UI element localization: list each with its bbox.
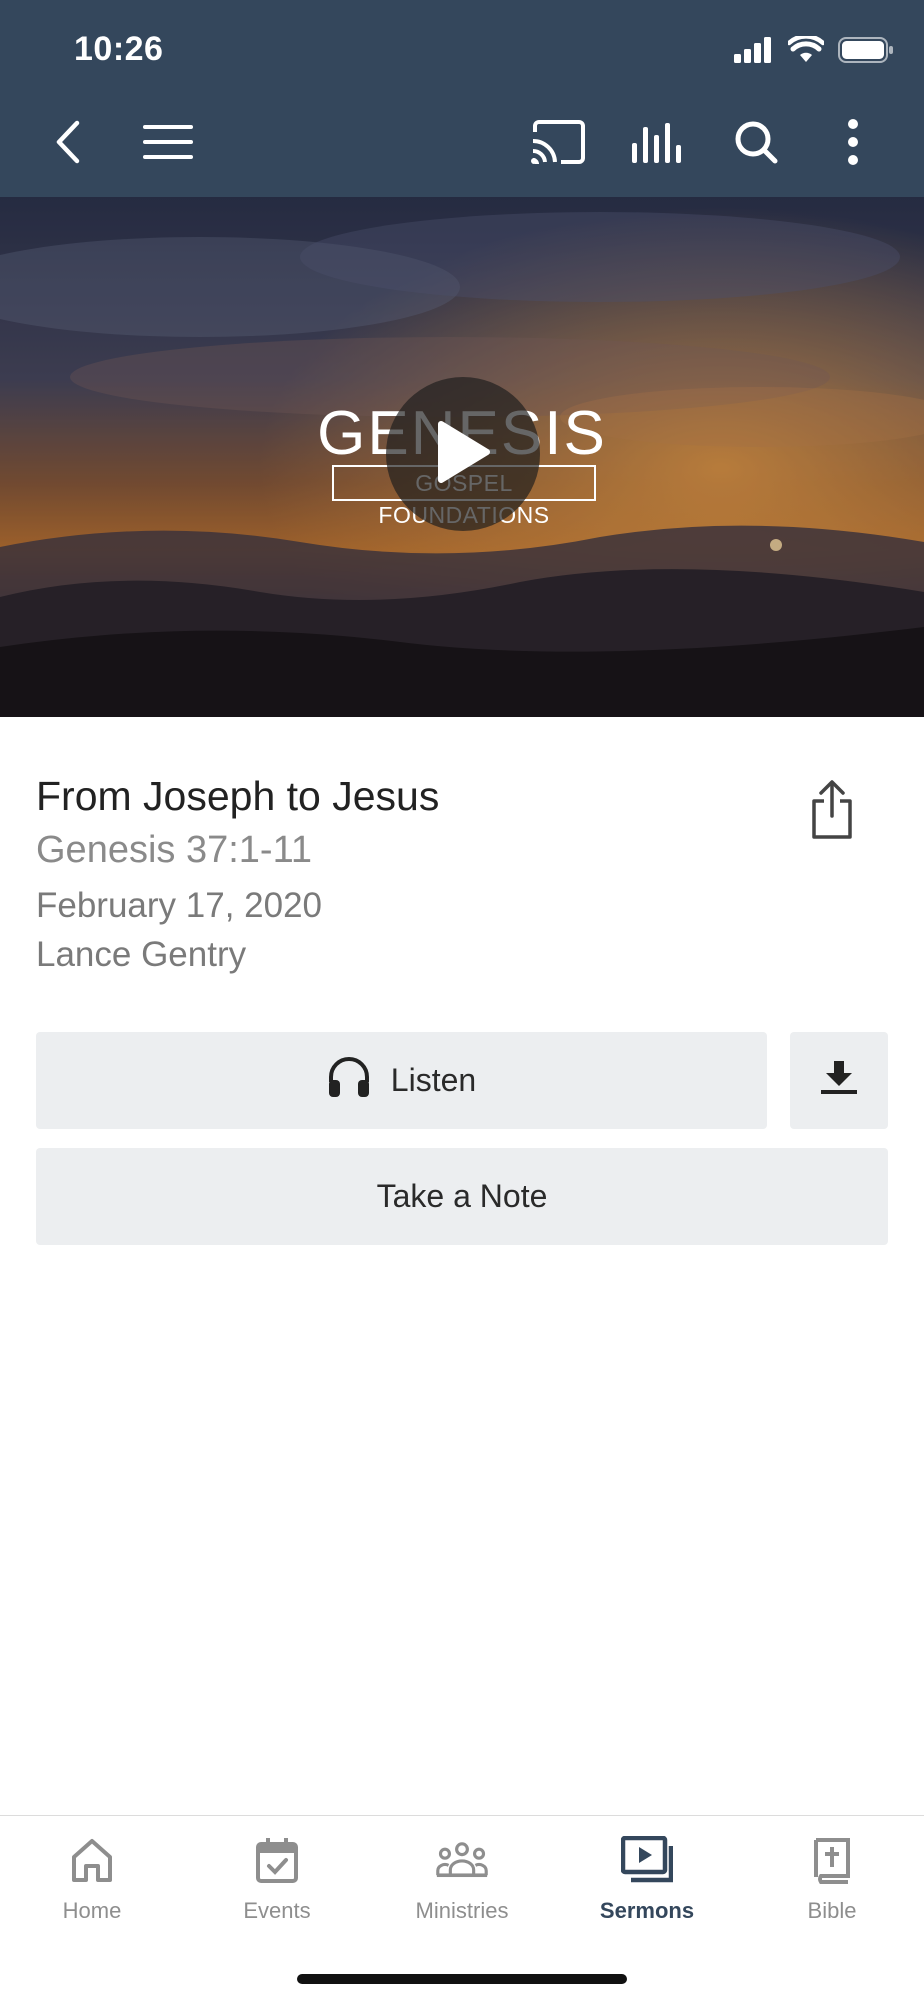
audio-bars-button[interactable]	[627, 114, 687, 174]
video-library-icon	[621, 1834, 673, 1886]
headphones-icon	[327, 1056, 371, 1106]
more-vertical-icon	[847, 118, 859, 170]
people-group-icon	[436, 1834, 488, 1886]
share-button[interactable]	[800, 776, 864, 848]
menu-button[interactable]	[138, 114, 198, 174]
sermon-speaker: Lance Gentry	[36, 935, 247, 974]
home-indicator	[297, 1974, 627, 1984]
menu-icon	[142, 124, 194, 165]
take-note-label: Take a Note	[376, 1178, 548, 1214]
tab-bible[interactable]: Bible	[740, 1834, 924, 1944]
app-header: 10:26	[0, 0, 924, 197]
audio-bars-icon	[631, 121, 683, 168]
tab-ministries[interactable]: Ministries	[370, 1834, 554, 1944]
tab-home[interactable]: Home	[0, 1834, 184, 1944]
more-options-button[interactable]	[823, 114, 883, 174]
play-icon	[435, 420, 491, 489]
sermon-title: From Joseph to Jesus	[36, 773, 440, 819]
tab-ministries-label: Ministries	[415, 1898, 509, 1923]
battery-icon	[838, 37, 894, 68]
share-icon	[810, 779, 854, 845]
bottom-tab-bar: Home Events Ministries Sermons Bible	[0, 1815, 924, 2000]
take-note-button[interactable]: Take a Note	[36, 1148, 888, 1245]
bible-icon	[806, 1834, 858, 1886]
download-button[interactable]	[790, 1032, 888, 1129]
cast-button[interactable]	[528, 114, 588, 174]
listen-label: Listen	[390, 1062, 477, 1098]
sermon-artwork[interactable]: GENESIS GOSPEL FOUNDATIONS	[0, 197, 924, 717]
listen-button[interactable]: Listen	[36, 1032, 767, 1129]
cast-icon	[531, 119, 585, 169]
sermon-date: February 17, 2020	[36, 886, 323, 925]
search-icon	[734, 120, 778, 169]
tab-home-label: Home	[62, 1898, 122, 1923]
status-time: 10:26	[74, 30, 164, 68]
back-icon	[53, 120, 83, 169]
home-icon	[66, 1834, 118, 1886]
tab-events-label: Events	[243, 1898, 311, 1923]
tab-sermons[interactable]: Sermons	[555, 1834, 739, 1944]
status-icons	[734, 34, 894, 69]
tab-sermons-label: Sermons	[599, 1898, 695, 1923]
wifi-icon	[786, 34, 826, 69]
signal-icon	[734, 37, 774, 68]
tab-bible-label: Bible	[807, 1898, 857, 1923]
download-icon	[819, 1059, 859, 1103]
play-button[interactable]	[386, 377, 540, 531]
sermon-scripture: Genesis 37:1-11	[36, 829, 313, 871]
search-button[interactable]	[726, 114, 786, 174]
calendar-check-icon	[251, 1834, 303, 1886]
back-button[interactable]	[38, 114, 98, 174]
tab-events[interactable]: Events	[185, 1834, 369, 1944]
